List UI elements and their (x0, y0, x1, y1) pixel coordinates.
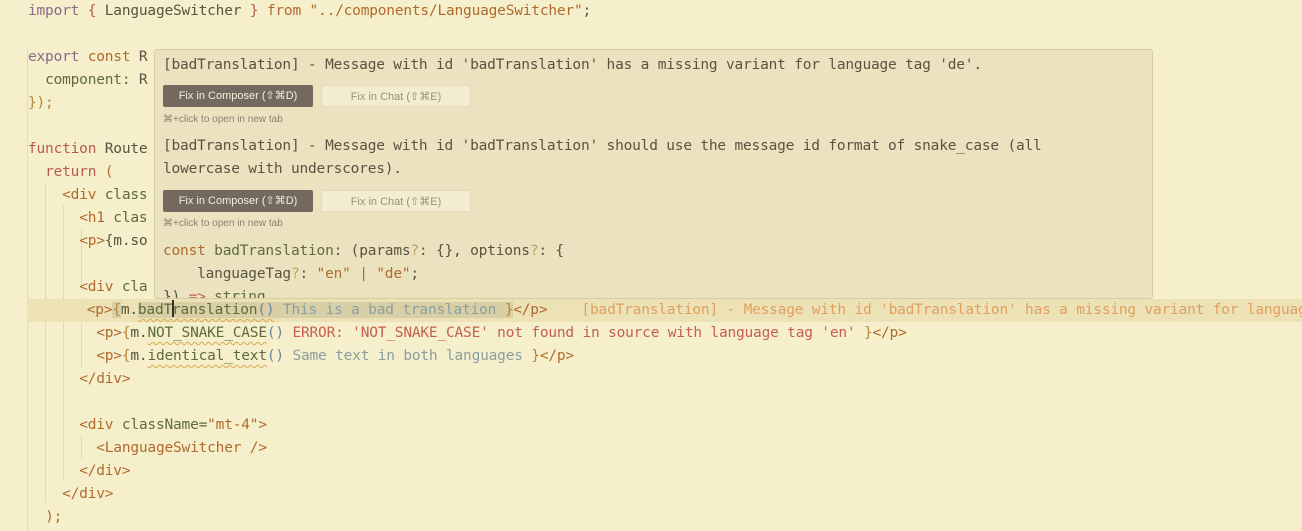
code-line-8: return ( (45, 164, 114, 180)
diagnostic-squiggle[interactable]: NOT_SNAKE_CASE (147, 325, 267, 341)
diagnostics-hover-popup: [badTranslation] - Message with id 'badT… (154, 49, 1153, 299)
code-line-22: </div> (62, 486, 114, 502)
type-signature: const badTranslation: (params?: {}, opti… (163, 243, 564, 259)
inline-diagnostic: [badTranslation] - Message with id 'badT… (581, 302, 1302, 318)
open-new-tab-hint: ⌘+click to open in new tab (163, 114, 283, 125)
fix-in-chat-button[interactable]: Fix in Chat (⇧⌘E) (321, 190, 471, 212)
code-line-20: <LanguageSwitcher /> (96, 440, 267, 456)
code-line-17: </div> (79, 371, 131, 387)
code-line-13: <div cla (79, 279, 148, 295)
inlay-hint: This is a bad translation (274, 302, 505, 318)
code-line-7: function Route (28, 141, 148, 157)
inlay-hint: Same text in both languages (283, 348, 532, 364)
code-line-23: ); (45, 509, 63, 525)
fix-in-composer-button[interactable]: Fix in Composer (⇧⌘D) (163, 85, 313, 107)
type-signature-line: }) => string (163, 289, 266, 299)
code-line-4: component: R (45, 72, 148, 88)
fix-in-composer-button[interactable]: Fix in Composer (⇧⌘D) (163, 190, 313, 212)
diagnostic-squiggle[interactable]: identical_text (147, 348, 267, 364)
diagnostic-message-continued: lowercase with underscores). (163, 161, 402, 177)
type-signature-line: languageTag?: "en" | "de"; (163, 266, 419, 282)
code-line-19: <div className="mt-4"> (79, 417, 267, 433)
code-line-current: <p>{m.badTranslation() This is a bad tra… (27, 299, 1302, 322)
diagnostic-message: [badTranslation] - Message with id 'badT… (163, 57, 982, 73)
code-line-1: import { LanguageSwitcher } from "../com… (28, 3, 591, 19)
fix-in-chat-button[interactable]: Fix in Chat (⇧⌘E) (321, 85, 471, 107)
code-line-11: <p>{m.so (79, 233, 148, 249)
inlay-hint: ERROR: 'NOT_SNAKE_CASE' not found in sou… (283, 325, 864, 341)
code-line-16: <p>{m.identical_text() Same text in both… (96, 348, 574, 364)
code-line-15: <p>{m.NOT_SNAKE_CASE() ERROR: 'NOT_SNAKE… (96, 325, 907, 341)
code-line-3: export const R (28, 49, 148, 65)
code-line-5: }); (28, 95, 54, 111)
diagnostic-message: [badTranslation] - Message with id 'badT… (163, 138, 1042, 154)
diagnostic-squiggle[interactable]: badTranslation() (137, 300, 275, 318)
code-line-10: <h1 clas (79, 210, 148, 226)
code-line-9: <div class (62, 187, 148, 203)
code-line-21: </div> (79, 463, 131, 479)
open-new-tab-hint: ⌘+click to open in new tab (163, 218, 283, 229)
